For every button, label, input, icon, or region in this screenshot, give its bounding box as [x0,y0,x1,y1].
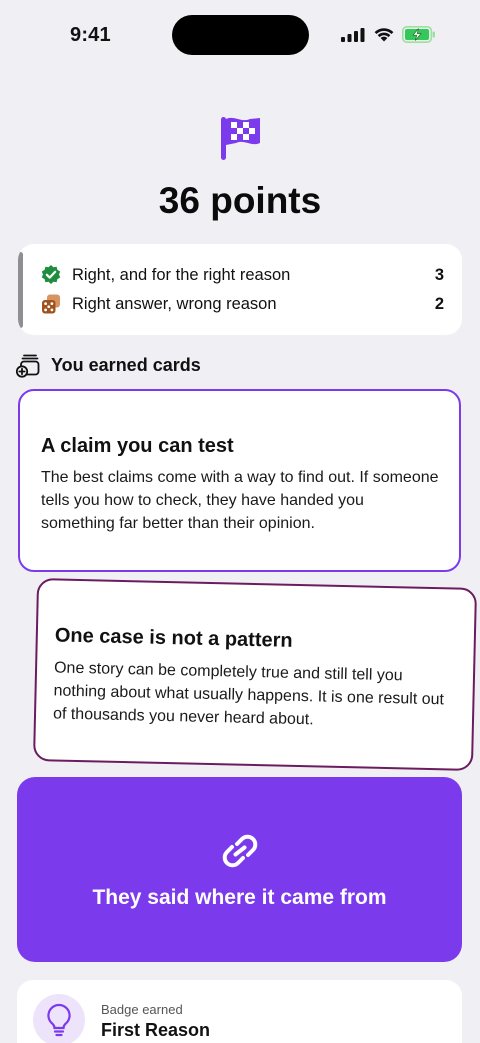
cards-section-header: You earned cards [16,353,201,378]
score-row-right-reason: Right, and for the right reason 3 [40,263,444,287]
wifi-icon [374,28,394,42]
card-stack-add-icon [16,354,40,378]
battery-charging-icon [402,26,435,43]
badge-subtitle: Badge earned [101,1002,183,1017]
dice-icon [40,293,62,315]
cards-section-title: You earned cards [51,355,201,375]
earned-card[interactable]: A claim you can test The best claims com… [18,389,461,572]
check-seal-icon [40,264,62,286]
score-label: Right, and for the right reason [72,265,291,284]
lightbulb-icon [47,1003,71,1037]
score-label: Right answer, wrong reason [72,294,277,313]
card-title: A claim you can test [41,435,234,457]
badge-title: First Reason [101,1020,211,1040]
cellular-signal-icon [341,28,365,42]
status-time: 9:41 [70,24,111,46]
card-body: One story can be completely true and sti… [52,659,445,729]
earned-card[interactable]: One case is not a pattern One story can … [32,578,478,771]
status-bar: 9:41 [0,0,480,70]
link-icon [222,834,258,868]
badge-icon-circle [33,994,85,1043]
score-count: 2 [434,294,444,313]
score-breakdown-card [18,244,462,335]
card-body: The best claims come with a way to find … [41,469,439,532]
highlight-text: They said where it came from [92,886,387,909]
score-row-wrong-reason: Right answer, wrong reason 2 [40,292,444,316]
card-title: One case is not a pattern [54,624,293,652]
checkered-flag-icon [221,117,260,160]
score-card-accent-bar [18,252,23,328]
score-count: 3 [434,265,444,284]
dynamic-island [172,15,309,55]
points-total: 36 points [158,180,322,221]
